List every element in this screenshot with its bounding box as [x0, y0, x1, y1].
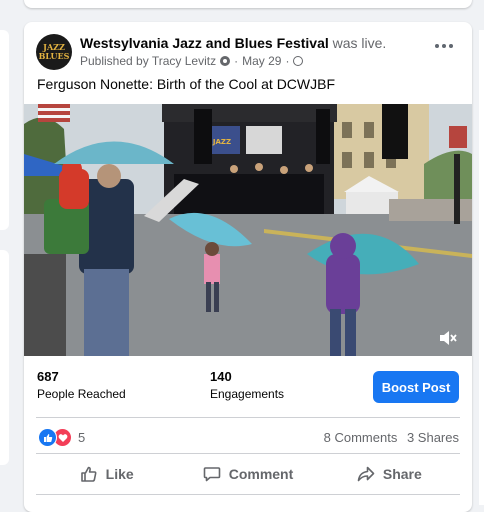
- share-label: Share: [382, 466, 422, 482]
- share-icon: [357, 466, 375, 482]
- engagements-label: Engagements: [210, 387, 285, 401]
- comment-button[interactable]: Comment: [177, 456, 318, 492]
- more-options-button[interactable]: [430, 36, 458, 56]
- post-header-title: Westsylvania Jazz and Blues Festival was…: [80, 35, 386, 51]
- like-label: Like: [105, 466, 134, 482]
- post-actions: Like Comment Share: [36, 456, 460, 492]
- people-reached-label: People Reached: [37, 387, 126, 401]
- globe-icon: [293, 56, 304, 66]
- info-icon[interactable]: [220, 56, 231, 66]
- bottom-divider: [36, 494, 460, 495]
- right-panel-fragment: [479, 30, 484, 505]
- published-by-text: Published by Tracy Levitz: [80, 54, 217, 68]
- post-card: JAZZ BLUES Westsylvania Jazz and Blues F…: [24, 22, 472, 512]
- mute-icon[interactable]: [438, 330, 458, 346]
- post-meta: Published by Tracy Levitz · May 29 ·: [80, 54, 304, 68]
- reaction-count: 5: [78, 430, 86, 445]
- video-player[interactable]: JAZZ: [24, 104, 472, 356]
- shares-count-link[interactable]: 3 Shares: [407, 430, 459, 445]
- thumbs-up-icon: [80, 466, 97, 482]
- post-text: Ferguson Nonette: Birth of the Cool at D…: [37, 76, 336, 92]
- video-frame: JAZZ: [24, 104, 472, 356]
- meta-separator: ·: [234, 54, 239, 68]
- like-button[interactable]: Like: [36, 456, 177, 492]
- engagements-stat: 140 Engagements: [210, 369, 284, 401]
- actions-divider: [36, 453, 460, 454]
- comments-count-link[interactable]: 8 Comments: [324, 430, 398, 445]
- insights-divider: [36, 417, 460, 418]
- more-dots-icon: [435, 44, 439, 48]
- share-button[interactable]: Share: [319, 456, 460, 492]
- page-avatar[interactable]: JAZZ BLUES: [36, 34, 72, 70]
- people-reached-stat: 687 People Reached: [37, 369, 126, 401]
- engagement-counts: 8 Comments 3 Shares: [324, 430, 459, 445]
- post-date-link[interactable]: May 29: [242, 54, 281, 68]
- reactions-summary[interactable]: 5: [38, 428, 85, 447]
- comment-label: Comment: [228, 466, 294, 482]
- comment-icon: [203, 467, 221, 482]
- meta-separator: ·: [285, 54, 290, 68]
- live-status-text: was live.: [332, 35, 387, 51]
- left-panel-fragment: [0, 30, 9, 230]
- people-reached-value: 687: [37, 369, 59, 384]
- svg-text:JAZZ: JAZZ: [212, 138, 231, 146]
- page-name-link[interactable]: Westsylvania Jazz and Blues Festival: [80, 35, 329, 51]
- engagements-value: 140: [210, 369, 232, 384]
- left-panel-fragment: [0, 250, 9, 465]
- boost-post-button[interactable]: Boost Post: [373, 371, 459, 403]
- avatar-logo-text: JAZZ BLUES: [38, 42, 70, 61]
- previous-post-card: [24, 0, 472, 8]
- like-icon: [38, 428, 57, 447]
